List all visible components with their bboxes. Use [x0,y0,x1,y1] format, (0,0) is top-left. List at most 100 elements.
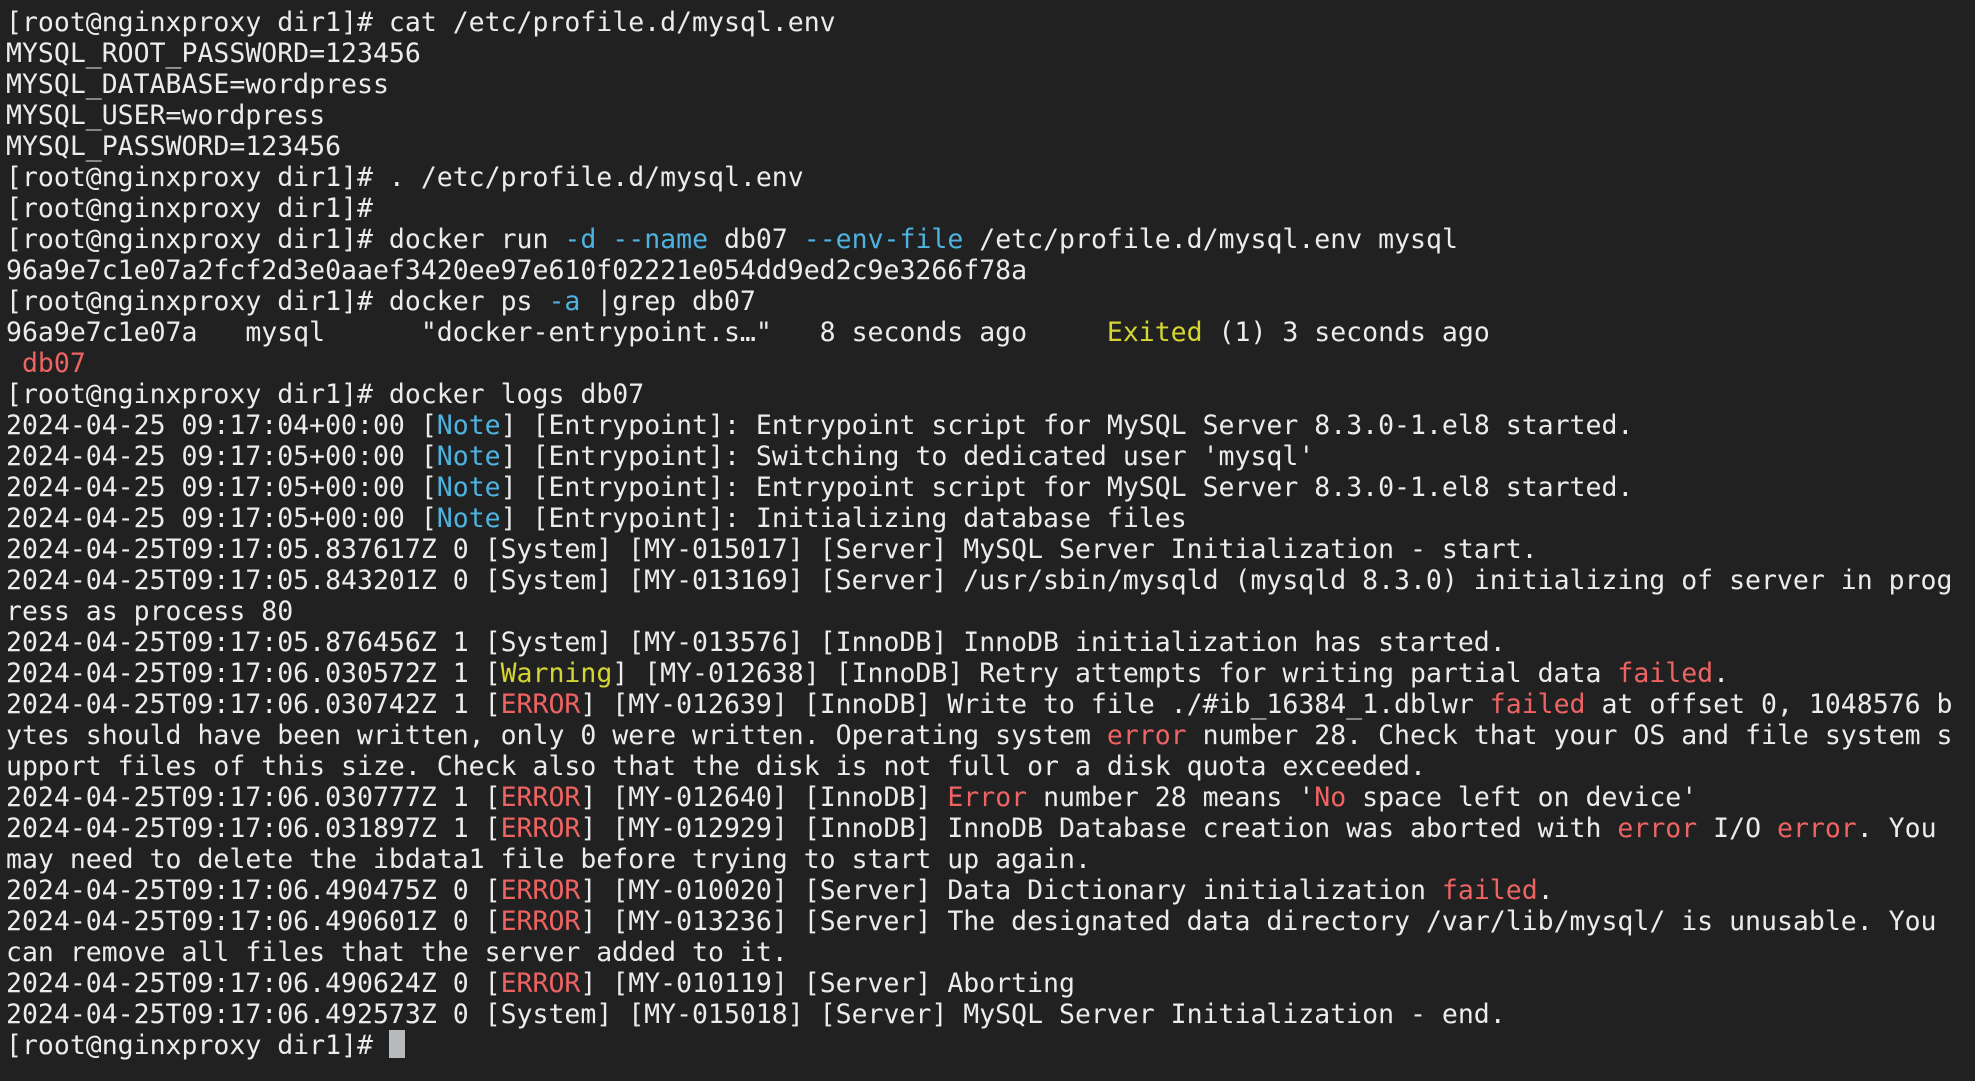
terminal-line-15: 2024-04-25 09:17:05+00:00 [Note] [Entryp… [6,441,1975,472]
text-segment: . [1713,658,1729,689]
text-segment-red: No [1314,782,1346,813]
text-segment-yellow: Warning [501,658,613,689]
terminal-line-17: 2024-04-25 09:17:05+00:00 [Note] [Entryp… [6,503,1975,534]
text-segment-red: error [1617,813,1697,844]
text-segment-red: failed [1442,875,1538,906]
text-segment: (1) 3 seconds ago [1203,317,1490,348]
text-segment: |grep db07 [580,286,756,317]
text-segment-red: ERROR [501,813,581,844]
text-segment: 2024-04-25T09:17:06.030572Z 1 [ [6,658,501,689]
text-segment-red: ERROR [501,782,581,813]
text-segment: ] [MY-010020] [Server] Data Dictionary i… [580,875,1442,906]
text-segment: at offset 0, 1048576 b [1586,689,1953,720]
terminal-cursor [389,1030,405,1058]
terminal-line-28: may need to delete the ibdata1 file befo… [6,844,1975,875]
text-segment: MYSQL_ROOT_PASSWORD=123456 [6,38,421,69]
text-segment: [root@nginxproxy dir1]# docker ps [6,286,548,317]
terminal-line-24: ytes should have been written, only 0 we… [6,720,1975,751]
text-segment: I/O [1697,813,1777,844]
terminal-line-20: ress as process 80 [6,596,1975,627]
text-segment: [root@nginxproxy dir1]# cat /etc/profile… [6,7,836,38]
text-segment: ] [Entrypoint]: Initializing database fi… [501,503,1187,534]
text-segment: ytes should have been written, only 0 we… [6,720,1107,751]
text-segment: ] [Entrypoint]: Entrypoint script for My… [501,410,1634,441]
text-segment: . You [1857,813,1937,844]
terminal-line-31: can remove all files that the server add… [6,937,1975,968]
text-segment: may need to delete the ibdata1 file befo… [6,844,1091,875]
text-segment-cyan: Note [437,441,501,472]
text-segment: MYSQL_USER=wordpress [6,100,325,131]
text-segment-cyan: -d [564,224,596,255]
terminal-line-1: [root@nginxproxy dir1]# cat /etc/profile… [6,7,1975,38]
terminal-line-34: [root@nginxproxy dir1]# [6,1030,1975,1061]
text-segment-red: ERROR [501,968,581,999]
text-segment: 2024-04-25 09:17:05+00:00 [ [6,441,437,472]
text-segment: space left on device' [1346,782,1697,813]
text-segment-red: ERROR [501,689,581,720]
terminal-line-6: [root@nginxproxy dir1]# . /etc/profile.d… [6,162,1975,193]
text-segment: [root@nginxproxy dir1]# docker run [6,224,564,255]
terminal-line-4: MYSQL_USER=wordpress [6,100,1975,131]
text-segment: 2024-04-25T09:17:05.876456Z 1 [System] [… [6,627,1506,658]
text-segment: 2024-04-25T09:17:06.490475Z 0 [ [6,875,501,906]
text-segment: [root@nginxproxy dir1]# . /etc/profile.d… [6,162,804,193]
text-segment: 2024-04-25T09:17:06.490624Z 0 [ [6,968,501,999]
text-segment: upport files of this size. Check also th… [6,751,1426,782]
terminal-line-10: [root@nginxproxy dir1]# docker ps -a |gr… [6,286,1975,317]
text-segment-cyan: Note [437,410,501,441]
text-segment: MYSQL_PASSWORD=123456 [6,131,341,162]
terminal-line-8: [root@nginxproxy dir1]# docker run -d --… [6,224,1975,255]
text-segment: 2024-04-25 09:17:04+00:00 [ [6,410,437,441]
terminal-line-22: 2024-04-25T09:17:06.030572Z 1 [Warning] … [6,658,1975,689]
text-segment: ] [MY-012638] [InnoDB] Retry attempts fo… [612,658,1617,689]
terminal-line-30: 2024-04-25T09:17:06.490601Z 0 [ERROR] [M… [6,906,1975,937]
text-segment: 2024-04-25T09:17:06.030777Z 1 [ [6,782,501,813]
text-segment-cyan: Note [437,503,501,534]
text-segment: number 28. Check that your OS and file s… [1187,720,1953,751]
text-segment: ] [MY-012639] [InnoDB] Write to file ./#… [580,689,1489,720]
terminal-line-14: 2024-04-25 09:17:04+00:00 [Note] [Entryp… [6,410,1975,441]
text-segment: ] [Entrypoint]: Entrypoint script for My… [501,472,1634,503]
terminal-line-32: 2024-04-25T09:17:06.490624Z 0 [ERROR] [M… [6,968,1975,999]
text-segment-red: failed [1490,689,1586,720]
text-segment: 2024-04-25 09:17:05+00:00 [ [6,503,437,534]
terminal-line-11: 96a9e7c1e07a mysql "docker-entrypoint.s…… [6,317,1975,348]
text-segment-yellow: Exited [1107,317,1203,348]
text-segment: 2024-04-25T09:17:05.843201Z 0 [System] [… [6,565,1952,596]
text-segment: [root@nginxproxy dir1]# docker logs db07 [6,379,644,410]
text-segment: db07 [708,224,804,255]
terminal[interactable]: [root@nginxproxy dir1]# cat /etc/profile… [0,0,1975,1081]
terminal-line-19: 2024-04-25T09:17:05.843201Z 0 [System] [… [6,565,1975,596]
terminal-line-18: 2024-04-25T09:17:05.837617Z 0 [System] [… [6,534,1975,565]
text-segment: 2024-04-25T09:17:06.030742Z 1 [ [6,689,501,720]
text-segment: ] [MY-012929] [InnoDB] InnoDB Database c… [580,813,1617,844]
text-segment-red: Error [947,782,1027,813]
text-segment-red: failed [1617,658,1713,689]
text-segment-red: ERROR [501,906,581,937]
text-segment-cyan: --name [612,224,708,255]
text-segment: can remove all files that the server add… [6,937,788,968]
terminal-line-25: upport files of this size. Check also th… [6,751,1975,782]
text-segment: [root@nginxproxy dir1]# [6,1030,389,1061]
text-segment-red: ERROR [501,875,581,906]
terminal-line-21: 2024-04-25T09:17:05.876456Z 1 [System] [… [6,627,1975,658]
text-segment: ] [MY-010119] [Server] Aborting [580,968,1075,999]
text-segment: ] [MY-013236] [Server] The designated da… [580,906,1936,937]
text-segment-cyan: -a [548,286,580,317]
terminal-line-23: 2024-04-25T09:17:06.030742Z 1 [ERROR] [M… [6,689,1975,720]
text-segment-red: error [1777,813,1857,844]
terminal-line-33: 2024-04-25T09:17:06.492573Z 0 [System] [… [6,999,1975,1030]
terminal-line-9: 96a9e7c1e07a2fcf2d3e0aaef3420ee97e610f02… [6,255,1975,286]
text-segment: ress as process 80 [6,596,293,627]
text-segment-cyan: Note [437,472,501,503]
terminal-line-3: MYSQL_DATABASE=wordpress [6,69,1975,100]
text-segment: 2024-04-25T09:17:06.490601Z 0 [ [6,906,501,937]
text-segment: 2024-04-25T09:17:06.031897Z 1 [ [6,813,501,844]
text-segment: 2024-04-25 09:17:05+00:00 [ [6,472,437,503]
text-segment: 96a9e7c1e07a2fcf2d3e0aaef3420ee97e610f02… [6,255,1027,286]
terminal-line-2: MYSQL_ROOT_PASSWORD=123456 [6,38,1975,69]
text-segment-red: db07 [22,348,86,379]
terminal-line-13: [root@nginxproxy dir1]# docker logs db07 [6,379,1975,410]
terminal-line-29: 2024-04-25T09:17:06.490475Z 0 [ERROR] [M… [6,875,1975,906]
text-segment: 2024-04-25T09:17:05.837617Z 0 [System] [… [6,534,1538,565]
